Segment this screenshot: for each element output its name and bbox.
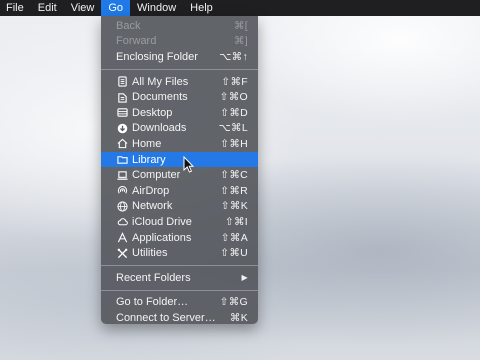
- menu-item-shortcut: ⌘]: [233, 35, 248, 48]
- menu-item-shortcut: ⇧⌘I: [224, 215, 248, 228]
- desktop-icon: [116, 106, 129, 119]
- go-menu-dropdown: Back ⌘[ Forward ⌘] Enclosing Folder ⌥⌘↑ …: [101, 16, 258, 324]
- menu-item-computer[interactable]: Computer ⇧⌘C: [101, 167, 258, 183]
- menu-item-label: Network: [132, 200, 173, 213]
- menu-window[interactable]: Window: [130, 0, 183, 16]
- menu-item-shortcut: ⇧⌘G: [219, 296, 248, 309]
- submenu-arrow-icon: ▶: [241, 273, 248, 283]
- menu-item-shortcut: ⇧⌘H: [220, 137, 248, 150]
- menu-bar: File Edit View Go Window Help: [0, 0, 480, 16]
- menu-separator: [101, 264, 258, 266]
- icloud-icon: [116, 215, 129, 228]
- mouse-pointer-icon: [183, 156, 195, 173]
- menu-item-shortcut: ⇧⌘K: [220, 200, 248, 213]
- menu-view[interactable]: View: [64, 0, 102, 16]
- menu-help[interactable]: Help: [183, 0, 220, 16]
- menu-item-label: Documents: [132, 91, 188, 104]
- menu-item-documents[interactable]: Documents ⇧⌘O: [101, 89, 258, 105]
- menu-item-shortcut: ⇧⌘F: [221, 75, 248, 88]
- menu-file[interactable]: File: [0, 0, 31, 16]
- menu-item-icloud-drive[interactable]: iCloud Drive ⇧⌘I: [101, 214, 258, 230]
- menu-item-airdrop[interactable]: AirDrop ⇧⌘R: [101, 183, 258, 199]
- downloads-icon: [116, 122, 129, 135]
- menu-item-label: Applications: [132, 231, 192, 244]
- network-icon: [116, 200, 129, 213]
- menu-item-shortcut: ⇧⌘R: [220, 184, 248, 197]
- menu-item-label: Computer: [132, 169, 181, 182]
- menu-item-shortcut: ⌘K: [229, 311, 248, 324]
- menu-item-enclosing-folder[interactable]: Enclosing Folder ⌥⌘↑: [101, 49, 258, 65]
- menu-item-shortcut: ⌥⌘L: [218, 122, 248, 135]
- menu-item-forward: Forward ⌘]: [101, 34, 258, 50]
- menu-item-downloads[interactable]: Downloads ⌥⌘L: [101, 121, 258, 137]
- menu-item-shortcut: ⇧⌘U: [220, 247, 248, 260]
- utilities-icon: [116, 247, 129, 260]
- menu-item-label: Downloads: [132, 122, 187, 135]
- home-icon: [116, 137, 129, 150]
- menu-item-desktop[interactable]: Desktop ⇧⌘D: [101, 105, 258, 121]
- menu-item-shortcut: ⇧⌘O: [219, 91, 248, 104]
- menu-item-applications[interactable]: Applications ⇧⌘A: [101, 230, 258, 246]
- menu-item-shortcut: ⌘[: [233, 19, 248, 32]
- menu-item-utilities[interactable]: Utilities ⇧⌘U: [101, 245, 258, 261]
- menu-separator: [101, 68, 258, 70]
- menu-item-connect-to-server[interactable]: Connect to Server… ⌘K: [101, 310, 258, 326]
- menu-item-back: Back ⌘[: [101, 18, 258, 34]
- menu-item-label: Enclosing Folder: [116, 50, 198, 63]
- menu-item-label: AirDrop: [132, 184, 170, 197]
- documents-icon: [116, 91, 129, 104]
- menu-item-label: Connect to Server…: [116, 311, 216, 324]
- menu-item-shortcut: ⇧⌘C: [220, 169, 248, 182]
- menu-item-go-to-folder[interactable]: Go to Folder… ⇧⌘G: [101, 295, 258, 311]
- menu-item-label: Recent Folders: [116, 271, 191, 284]
- menu-item-label: Forward: [116, 35, 157, 48]
- menu-item-label: Home: [132, 137, 162, 150]
- menu-item-network[interactable]: Network ⇧⌘K: [101, 199, 258, 215]
- menu-item-label: Go to Folder…: [116, 296, 189, 309]
- menu-separator: [101, 289, 258, 291]
- menu-item-label: Desktop: [132, 106, 173, 119]
- menu-edit[interactable]: Edit: [31, 0, 64, 16]
- menu-item-recent-folders[interactable]: Recent Folders ▶: [101, 270, 258, 286]
- menu-item-label: Utilities: [132, 247, 168, 260]
- all-files-icon: [116, 75, 129, 88]
- menu-item-home[interactable]: Home ⇧⌘H: [101, 136, 258, 152]
- computer-icon: [116, 169, 129, 182]
- menu-item-label: Back: [116, 19, 141, 32]
- menu-item-all-my-files[interactable]: All My Files ⇧⌘F: [101, 74, 258, 90]
- menu-item-label: All My Files: [132, 75, 189, 88]
- menu-item-library[interactable]: Library: [101, 151, 258, 168]
- airdrop-icon: [116, 184, 129, 197]
- folder-icon: [116, 153, 129, 166]
- menu-item-shortcut: ⇧⌘D: [220, 106, 248, 119]
- applications-icon: [116, 231, 129, 244]
- menu-go[interactable]: Go: [101, 0, 131, 16]
- menu-item-shortcut: ⇧⌘A: [220, 231, 248, 244]
- menu-item-shortcut: ⌥⌘↑: [219, 50, 248, 63]
- menu-item-label: iCloud Drive: [132, 215, 192, 228]
